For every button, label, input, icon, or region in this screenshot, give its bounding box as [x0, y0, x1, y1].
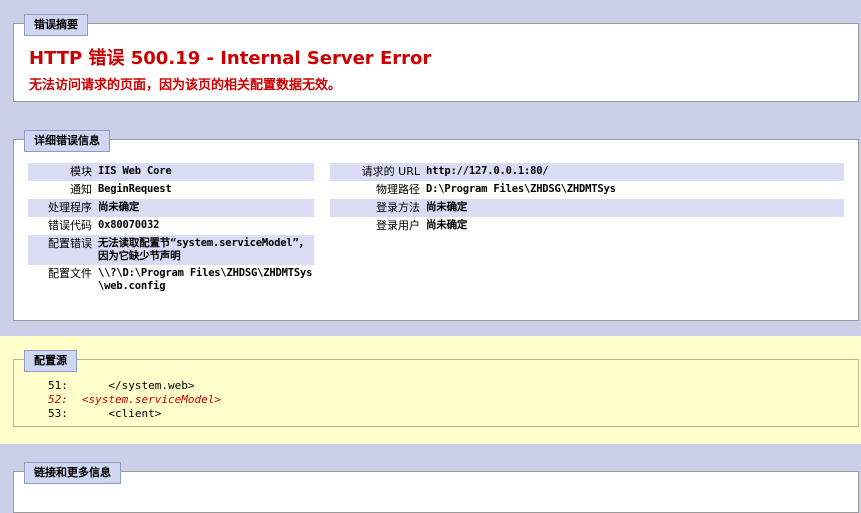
links-legend: 链接和更多信息: [24, 462, 121, 484]
detail-label: 错误代码: [48, 219, 92, 232]
details-legend: 详细错误信息: [24, 130, 110, 152]
summary-band: 错误摘要 HTTP 错误 500.19 - Internal Server Er…: [0, 0, 861, 112]
config-source-panel: 配置源 51: </system.web> 52: <system.serviceM…: [13, 350, 859, 427]
detail-row-module: 模块 IIS Web Core: [28, 163, 314, 181]
detail-value: http://127.0.0.1:80/: [426, 165, 549, 177]
detail-value: D:\Program Files\ZHDSG\ZHDMTSys: [426, 183, 616, 195]
detail-row-handler: 处理程序 尚未确定: [28, 199, 314, 217]
line-code: <client>: [81, 407, 162, 420]
code-line-highlighted: 52: <system.serviceModel>: [48, 393, 221, 407]
code-line: 51: </system.web>: [48, 379, 221, 393]
line-number: 51:: [48, 379, 68, 392]
detail-value: IIS Web Core: [98, 165, 172, 177]
details-left-column: 模块 IIS Web Core 通知 BeginRequest 处理程序 尚未确…: [28, 163, 314, 295]
detail-row-url: 请求的 URL http://127.0.0.1:80/: [330, 163, 844, 181]
detail-value: 尚未确定: [98, 201, 140, 213]
detail-value: 尚未确定: [426, 201, 468, 213]
config-source-band: 配置源 51: </system.web> 52: <system.serviceM…: [0, 336, 861, 444]
detail-row-notification: 通知 BeginRequest: [28, 181, 314, 199]
detail-label: 配置错误: [48, 237, 92, 250]
detail-row-physical-path: 物理路径 D:\Program Files\ZHDSG\ZHDMTSys: [330, 181, 844, 199]
detail-label: 登录方法: [376, 201, 420, 214]
details-panel: 详细错误信息 模块 IIS Web Core 通知 BeginRequest 处…: [13, 130, 859, 321]
detail-value: \\?\D:\Program Files\ZHDSG\ZHDMTSys\web.…: [98, 267, 313, 292]
detail-label: 请求的 URL: [361, 165, 420, 178]
links-band: 链接和更多信息: [0, 448, 861, 513]
detail-row-config-error: 配置错误 无法读取配置节“system.serviceModel”，因为它缺少节…: [28, 235, 314, 265]
line-number: 52:: [48, 393, 68, 406]
details-band: 详细错误信息 模块 IIS Web Core 通知 BeginRequest 处…: [0, 116, 861, 330]
summary-panel: 错误摘要 HTTP 错误 500.19 - Internal Server Er…: [13, 14, 859, 102]
line-number: 53:: [48, 407, 68, 420]
detail-row-config-file: 配置文件 \\?\D:\Program Files\ZHDSG\ZHDMTSys…: [28, 265, 314, 295]
error-description: 无法访问请求的页面，因为该页的相关配置数据无效。: [29, 78, 342, 93]
detail-row-error-code: 错误代码 0x80070032: [28, 217, 314, 235]
line-code: <system.serviceModel>: [81, 393, 221, 406]
config-source-code: 51: </system.web> 52: <system.serviceModel…: [48, 379, 221, 421]
config-source-legend: 配置源: [24, 350, 77, 372]
details-right-column: 请求的 URL http://127.0.0.1:80/ 物理路径 D:\Pro…: [330, 163, 844, 235]
links-panel: 链接和更多信息: [13, 462, 859, 513]
detail-label: 通知: [70, 183, 92, 196]
detail-row-logon-user: 登录用户 尚未确定: [330, 217, 844, 235]
code-line: 53: <client>: [48, 407, 221, 421]
line-code: </system.web>: [81, 379, 195, 392]
detail-value: BeginRequest: [98, 183, 172, 195]
detail-label: 登录用户: [376, 219, 420, 232]
error-title: HTTP 错误 500.19 - Internal Server Error: [29, 48, 432, 69]
detail-value: 0x80070032: [98, 219, 160, 231]
summary-legend: 错误摘要: [24, 14, 88, 36]
detail-label: 处理程序: [48, 201, 92, 214]
detail-label: 物理路径: [376, 183, 420, 196]
detail-value: 尚未确定: [426, 219, 468, 231]
detail-label: 配置文件: [48, 267, 92, 280]
detail-label: 模块: [70, 165, 92, 178]
detail-value: 无法读取配置节“system.serviceModel”，因为它缺少节声明: [98, 237, 309, 262]
detail-row-logon-method: 登录方法 尚未确定: [330, 199, 844, 217]
